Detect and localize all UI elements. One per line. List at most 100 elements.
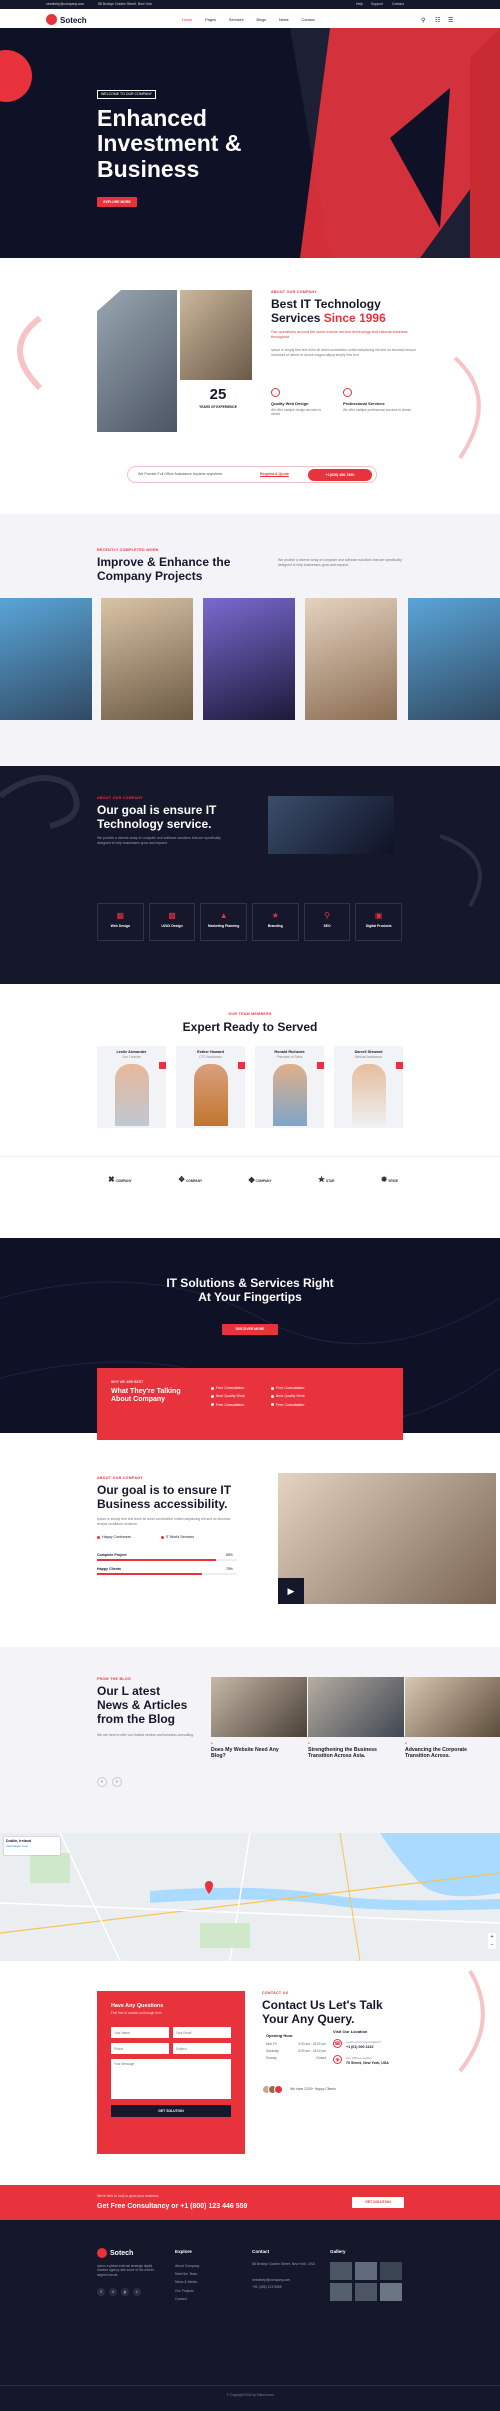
footer-gallery xyxy=(330,2262,404,2301)
instagram-icon[interactable]: i xyxy=(133,2288,141,2296)
share-icon[interactable] xyxy=(238,1062,245,1069)
next-arrow-icon[interactable]: › xyxy=(112,1777,122,1787)
footer-logo-text[interactable]: Sotech xyxy=(110,2249,133,2259)
footer-link[interactable]: Our Projects xyxy=(175,2287,199,2295)
opening-hours: Mon-Fri 9:00 am - 18:00 pm Saturday 8:00… xyxy=(266,2042,326,2061)
get-solution-button[interactable]: GET SOLUTION xyxy=(111,2105,231,2117)
gallery-image[interactable] xyxy=(355,2283,377,2301)
map-canvas[interactable] xyxy=(0,1833,500,1961)
message-field[interactable] xyxy=(111,2059,231,2099)
pinterest-icon[interactable]: p xyxy=(121,2288,129,2296)
nav-contact[interactable]: Contact xyxy=(301,18,314,23)
gallery-image[interactable] xyxy=(330,2283,352,2301)
branding-icon: ★ xyxy=(271,911,279,920)
nav-home[interactable]: Home xyxy=(182,18,192,23)
phone-button[interactable]: +1(826) 456-7890 xyxy=(308,469,372,481)
blog-title[interactable]: Strengthening the Business Transition Acr… xyxy=(308,1747,404,1759)
play-icon[interactable]: ▶ xyxy=(278,1578,304,1604)
project-image[interactable] xyxy=(305,598,397,720)
zoom-controls[interactable]: + − xyxy=(488,1933,496,1949)
footer-link[interactable]: Meet the Team xyxy=(175,2270,199,2278)
blog-title[interactable]: Does My Website Need Any Blog? xyxy=(211,1747,307,1759)
social-links: f t p i xyxy=(97,2288,141,2296)
menu-icon[interactable]: ☰ xyxy=(448,17,453,25)
topbar-email[interactable]: needhelp@company.com xyxy=(46,2,84,7)
accessibility-checks: Happy Customers IT World Services xyxy=(97,1535,237,1540)
footer-phone[interactable]: +92 (456) 123 5555 xyxy=(252,2285,282,2290)
nav-pages[interactable]: Pages xyxy=(205,18,216,23)
twitter-icon[interactable]: t xyxy=(109,2288,117,2296)
project-image[interactable] xyxy=(0,598,92,720)
footer-email[interactable]: needhelp@company.com xyxy=(252,2278,290,2283)
team-card[interactable]: Darrell Steward Medical Assistance xyxy=(334,1046,403,1128)
projects-kicker: RECENTLY COMPLETED WORK xyxy=(97,548,159,552)
service-card[interactable]: ⚲ SEO xyxy=(303,903,351,941)
service-card[interactable]: ★ Branding xyxy=(252,903,299,941)
facebook-icon[interactable]: f xyxy=(97,2288,105,2296)
get-solution-button[interactable]: GET SOLUTION xyxy=(352,2197,404,2208)
footer-link[interactable]: Contact xyxy=(175,2295,199,2303)
nav-blogs[interactable]: Blogs xyxy=(256,18,266,23)
discover-more-button[interactable]: DISCOVER MORE xyxy=(222,1324,278,1335)
cart-icon[interactable]: ☷ xyxy=(435,17,440,25)
topbar-link-support[interactable]: Support xyxy=(371,2,383,7)
share-icon[interactable] xyxy=(159,1062,166,1069)
blog-image xyxy=(308,1677,404,1737)
solutions-button-wrap: DISCOVER MORE xyxy=(0,1324,500,1335)
share-icon[interactable] xyxy=(317,1062,324,1069)
subject-field[interactable] xyxy=(173,2043,231,2054)
gallery-image[interactable] xyxy=(380,2262,402,2280)
footer-link[interactable]: News & Media xyxy=(175,2278,199,2286)
project-image[interactable] xyxy=(408,598,500,720)
phone-field[interactable] xyxy=(111,2043,169,2054)
team-card[interactable]: Leslie Alexander Ceo Founder xyxy=(97,1046,166,1128)
blog-card[interactable]: ● Does My Website Need Any Blog? xyxy=(211,1677,307,1785)
map-info-card: Dublin, Ireland View larger map xyxy=(4,1837,60,1855)
name-field[interactable] xyxy=(111,2027,169,2038)
share-icon[interactable] xyxy=(396,1062,403,1069)
view-larger-map-link[interactable]: View larger map xyxy=(6,1844,58,1848)
nav-news[interactable]: News xyxy=(279,18,289,23)
site-header: needhelp@company.com 88 Broklyn Golden S… xyxy=(0,0,500,28)
feature-professional-services: Professional Services xyxy=(343,401,385,406)
search-icon[interactable]: ⚲ xyxy=(421,17,425,25)
service-card[interactable]: ▲ Marketing Planning xyxy=(200,903,248,941)
accessibility-text: Ipsum is simply free text dolor sit amet… xyxy=(97,1517,231,1526)
topbar-link-help[interactable]: Help xyxy=(356,2,363,7)
project-image[interactable] xyxy=(203,598,295,720)
request-quote-link[interactable]: Request A Quote xyxy=(260,472,289,477)
service-card[interactable]: ▩ UI/UX Design xyxy=(148,903,196,941)
explore-more-button[interactable]: EXPLORE MORE xyxy=(97,197,137,207)
email-field[interactable] xyxy=(173,2027,231,2038)
gallery-image[interactable] xyxy=(355,2262,377,2280)
prev-arrow-icon[interactable]: ‹ xyxy=(97,1777,107,1787)
service-card[interactable]: ▣ Digital Products xyxy=(355,903,403,941)
footer-logo-icon[interactable] xyxy=(97,2248,107,2258)
project-image[interactable] xyxy=(101,598,193,720)
news-kicker: FROM THE BLOG xyxy=(97,1677,132,1681)
progress-label: Happy Clients xyxy=(97,1567,121,1571)
brand-logo: ❖ COMPANY xyxy=(178,1175,203,1184)
logo-icon[interactable] xyxy=(46,14,57,25)
blog-title[interactable]: Advancing the Corporate Transition Across… xyxy=(405,1747,500,1759)
top-bar: needhelp@company.com 88 Broklyn Golden S… xyxy=(0,0,500,9)
logo-text[interactable]: Sotech xyxy=(60,15,87,26)
contact-phone[interactable]: +1 (61) 000 2222 xyxy=(346,2045,373,2050)
about-kicker: ABOUT OUR COMPANY xyxy=(271,290,317,294)
team-card[interactable]: Ronald Richards President of Sales xyxy=(255,1046,324,1128)
map-section[interactable]: Dublin, Ireland View larger map + − xyxy=(0,1833,500,1961)
service-card[interactable]: ▦ Web Design xyxy=(97,903,144,941)
gallery-image[interactable] xyxy=(330,2262,352,2280)
blog-card[interactable]: ● Advancing the Corporate Transition Acro… xyxy=(405,1677,500,1785)
gallery-image[interactable] xyxy=(380,2283,402,2301)
goal-title: Our goal is ensure IT Technology service. xyxy=(97,803,217,831)
blog-card[interactable]: ● Strengthening the Business Transition A… xyxy=(308,1677,404,1785)
progress-value: 85% xyxy=(226,1553,233,1557)
nav-services[interactable]: Services xyxy=(229,18,244,23)
team-card[interactable]: Esther Howard CTO Assistance xyxy=(176,1046,245,1128)
form-subtitle: Feel free to contact us through form xyxy=(111,2011,162,2015)
topbar-link-contact[interactable]: Contact xyxy=(392,2,404,7)
avatar xyxy=(115,1064,149,1126)
footer-link[interactable]: About Company xyxy=(175,2262,199,2270)
about-body: Ipsum is simply free text dolor sit amet… xyxy=(271,348,416,357)
